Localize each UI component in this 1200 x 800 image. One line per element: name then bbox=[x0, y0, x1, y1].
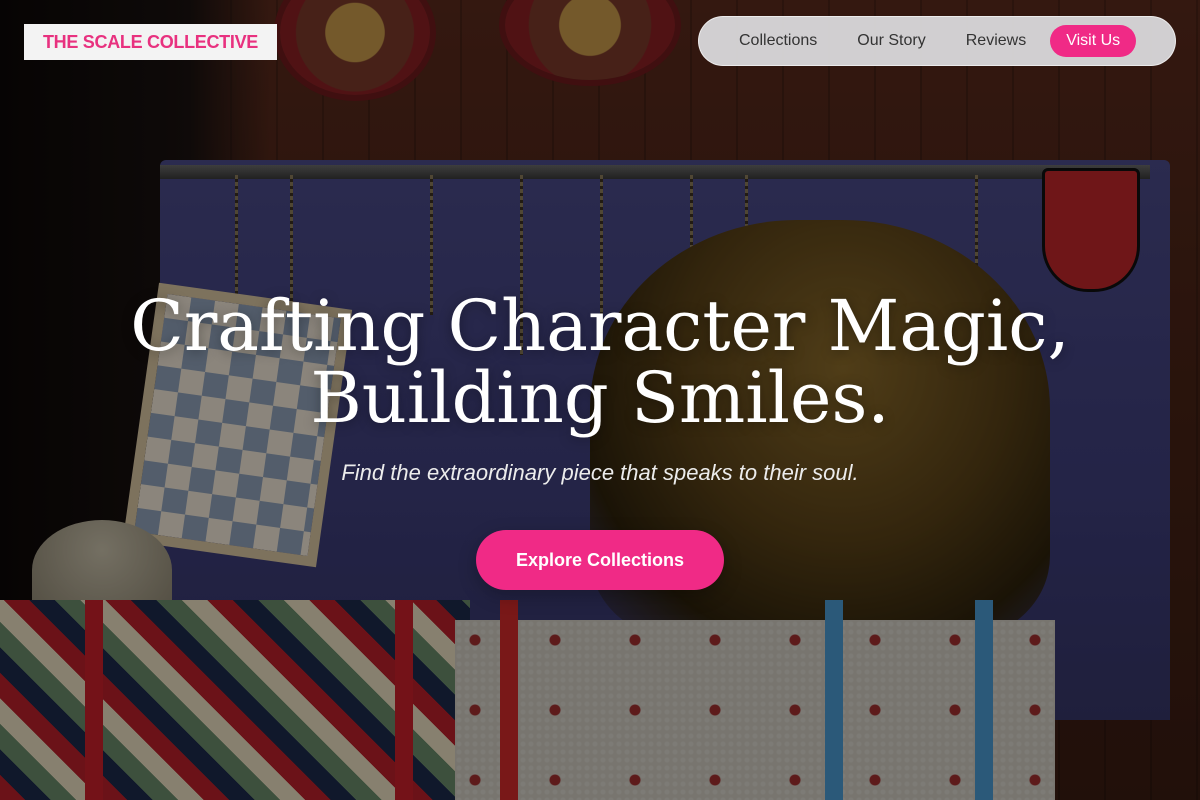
top-nav: Collections Our Story Reviews Visit Us bbox=[698, 16, 1176, 66]
hero-subheadline: Find the extraordinary piece that speaks… bbox=[341, 460, 859, 485]
logo-text: THE SCALE COLLECTIVE bbox=[42, 31, 258, 52]
nav-link-collections[interactable]: Collections bbox=[719, 32, 837, 50]
hero-headline-line1: Crafting Character Magic, bbox=[130, 285, 1070, 367]
nav-link-reviews[interactable]: Reviews bbox=[946, 32, 1046, 50]
site-logo[interactable]: THE SCALE COLLECTIVE bbox=[24, 24, 277, 60]
nav-link-our-story[interactable]: Our Story bbox=[837, 32, 945, 50]
explore-collections-button[interactable]: Explore Collections bbox=[476, 530, 724, 590]
visit-us-button[interactable]: Visit Us bbox=[1050, 25, 1137, 57]
hero-section: THE SCALE COLLECTIVE Collections Our Sto… bbox=[0, 0, 1200, 800]
hero-headline: Crafting Character Magic, Building Smile… bbox=[0, 290, 1200, 434]
hero-headline-line2: Building Smiles. bbox=[310, 357, 890, 439]
